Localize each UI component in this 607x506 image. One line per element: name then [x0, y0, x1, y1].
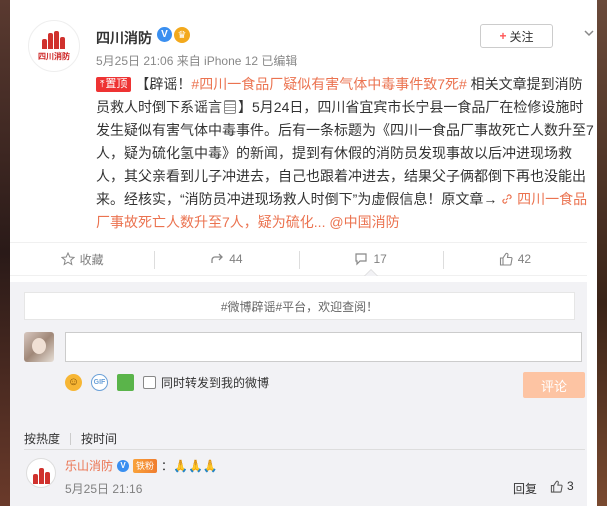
- rumor-platform-notice[interactable]: #微博辟谣#平台，欢迎查阅！: [24, 292, 575, 320]
- image-icon[interactable]: [117, 373, 134, 391]
- verified-icon: V: [117, 459, 130, 472]
- current-user-avatar[interactable]: [24, 332, 54, 362]
- link-icon: [502, 194, 512, 204]
- forward-count: 44: [229, 252, 243, 266]
- comment-icon: [355, 253, 368, 266]
- action-bar: 收藏 44 17 42: [10, 242, 587, 276]
- comment-tools: ☺ GIF 同时转发到我的微博: [65, 372, 269, 392]
- comment-time: 5月25日 21:16: [65, 482, 143, 496]
- favorite-button[interactable]: 收藏: [10, 243, 154, 275]
- audio-icon: [224, 100, 236, 114]
- favorite-label: 收藏: [79, 252, 104, 267]
- gif-icon[interactable]: GIF: [91, 373, 108, 391]
- fan-badge: 铁粉: [133, 458, 158, 473]
- comment-item: 乐山消防 V 铁粉 ：🙏🙏🙏: [65, 457, 218, 474]
- comment-like-count: 3: [567, 479, 574, 493]
- sort-separator: [70, 432, 72, 445]
- comment-divider: [24, 449, 585, 450]
- post-meta: 5月25日 21:06 来自 iPhone 12 已编辑: [96, 54, 298, 68]
- plus-icon: +: [499, 29, 507, 43]
- thumbs-up-icon: [499, 252, 513, 266]
- star-icon: [60, 252, 75, 266]
- mention-link[interactable]: @中国消防: [329, 214, 399, 230]
- sort-by-time[interactable]: 按时间: [81, 430, 117, 447]
- background-right: [597, 0, 607, 506]
- avatar-logo-text: 四川消防: [38, 51, 70, 61]
- emoji-icon[interactable]: ☺: [65, 373, 82, 391]
- like-button[interactable]: 42: [442, 243, 587, 275]
- reply-button[interactable]: 回复: [513, 480, 537, 497]
- forward-button[interactable]: 44: [154, 243, 298, 275]
- comment-input[interactable]: [65, 332, 582, 362]
- follow-label: 关注: [509, 29, 534, 44]
- active-tab-caret: [363, 269, 378, 276]
- topic-link[interactable]: #四川一食品厂疑似有害气体中毒事件致7死#: [191, 76, 466, 92]
- sort-by-hot[interactable]: 按热度: [24, 430, 60, 447]
- thumbs-up-icon: [550, 480, 563, 493]
- also-forward-label: 同时转发到我的微博: [161, 375, 270, 390]
- forward-icon: [211, 253, 224, 263]
- comment-section: #微博辟谣#平台，欢迎查阅！ ☺ GIF 同时转发到我的微博 评论 按热度 按时…: [10, 282, 587, 506]
- also-forward-checkbox[interactable]: [143, 375, 156, 389]
- submit-comment-button[interactable]: 评论: [523, 372, 585, 398]
- post-content: ⤒置顶 【辟谣！#四川一食品厂疑似有害气体中毒事件致7死# 相关文章提到消防员救人…: [96, 73, 596, 234]
- vip-crown-icon: ♛: [174, 27, 190, 43]
- author-avatar[interactable]: 四川消防: [28, 20, 80, 72]
- like-count: 42: [517, 252, 532, 266]
- pinned-badge: ⤒置顶: [96, 77, 132, 92]
- fire-logo-icon: [39, 30, 69, 49]
- comment-button[interactable]: 17: [298, 243, 443, 276]
- pin-up-icon: ⤒: [100, 79, 105, 90]
- verified-icon: V: [157, 27, 172, 42]
- chevron-down-icon[interactable]: [584, 28, 594, 38]
- background-left: [0, 0, 10, 506]
- author-name[interactable]: 四川消防: [96, 28, 152, 48]
- follow-button[interactable]: + 关注: [480, 24, 553, 48]
- comment-count: 17: [373, 252, 387, 266]
- comment-like-button[interactable]: 3: [550, 479, 574, 493]
- commenter-name[interactable]: 乐山消防: [65, 457, 113, 474]
- comment-sort: 按热度 按时间: [24, 430, 117, 447]
- comment-text: ：🙏🙏🙏: [161, 459, 218, 473]
- commenter-avatar[interactable]: [26, 458, 56, 488]
- text-prefix: 【辟谣！: [135, 76, 192, 92]
